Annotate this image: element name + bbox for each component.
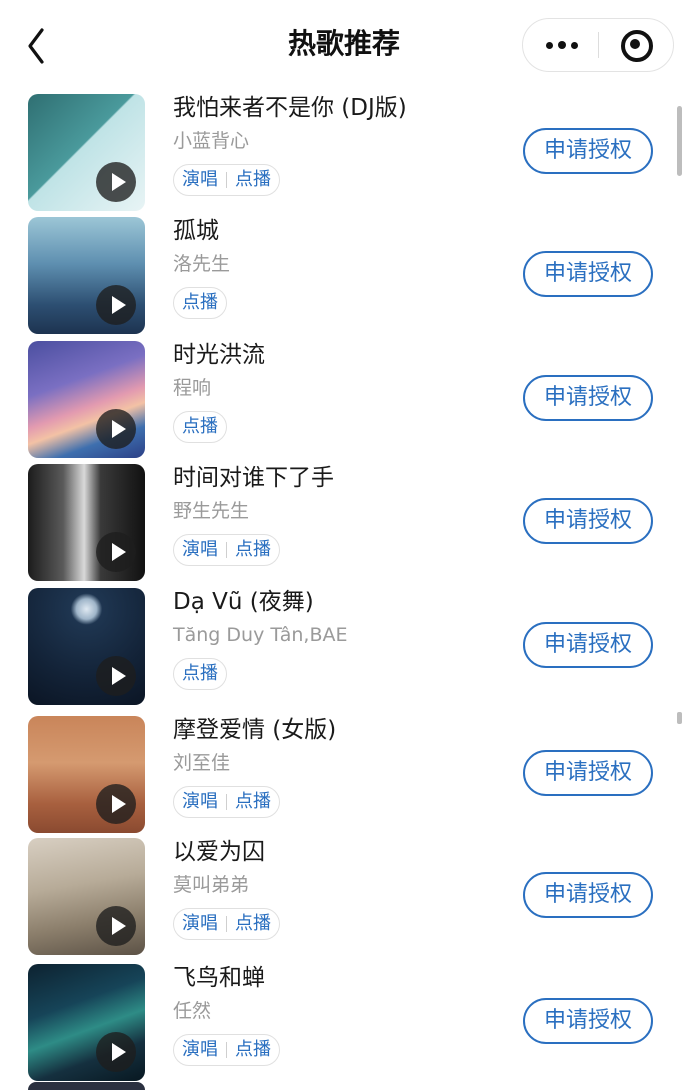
- song-artist: Tăng Duy Tân,BAE: [173, 624, 348, 646]
- tag-play[interactable]: 点播: [180, 412, 220, 442]
- song-title: 时间对谁下了手: [173, 465, 334, 491]
- song-item[interactable]: 时间对谁下了手 野生先生 演唱 点播 申请授权: [0, 464, 670, 582]
- scrollbar-marker: [677, 712, 682, 724]
- song-item[interactable]: 孤城 洛先生 点播 申请授权: [0, 217, 670, 335]
- album-cover[interactable]: [28, 341, 145, 458]
- song-item[interactable]: 飞鸟和蝉 任然 演唱 点播 申请授权: [0, 964, 670, 1082]
- song-artist: 小蓝背心: [173, 130, 250, 152]
- tag-play[interactable]: 点播: [233, 787, 273, 817]
- chevron-left-icon[interactable]: [22, 26, 52, 66]
- tag-group: 演唱 点播: [173, 786, 280, 818]
- album-cover[interactable]: [28, 716, 145, 833]
- tag-sing[interactable]: 演唱: [180, 535, 220, 565]
- song-artist: 洛先生: [173, 253, 231, 275]
- tag-play[interactable]: 点播: [233, 535, 273, 565]
- play-icon[interactable]: [96, 162, 136, 202]
- album-cover[interactable]: [28, 217, 145, 334]
- apply-license-button[interactable]: 申请授权: [523, 251, 653, 297]
- apply-license-button[interactable]: 申请授权: [523, 872, 653, 918]
- tag-divider: [226, 794, 227, 810]
- miniprogram-capsule: [522, 18, 674, 72]
- tag-sing[interactable]: 演唱: [180, 787, 220, 817]
- album-cover[interactable]: [28, 464, 145, 581]
- play-icon[interactable]: [96, 285, 136, 325]
- apply-license-button[interactable]: 申请授权: [523, 622, 653, 668]
- song-item[interactable]: 我怕来者不是你 (DJ版) 小蓝背心 演唱 点播 申请授权: [0, 94, 670, 212]
- song-title: 以爱为囚: [173, 839, 265, 865]
- apply-license-button[interactable]: 申请授权: [523, 128, 653, 174]
- song-item[interactable]: 以爱为囚 莫叫弟弟 演唱 点播 申请授权: [0, 838, 670, 956]
- tag-group: 演唱 点播: [173, 1034, 280, 1066]
- tag-sing[interactable]: 演唱: [180, 909, 220, 939]
- navigation-bar: 热歌推荐: [0, 0, 688, 88]
- song-artist: 莫叫弟弟: [173, 874, 250, 896]
- tag-group: 演唱 点播: [173, 908, 280, 940]
- song-item[interactable]: Dạ Vũ (夜舞) Tăng Duy Tân,BAE 点播 申请授权: [0, 588, 670, 706]
- close-circle-icon[interactable]: [599, 19, 673, 71]
- song-item[interactable]: 摩登爱情 (女版) 刘至佳 演唱 点播 申请授权: [0, 716, 670, 834]
- tag-sing[interactable]: 演唱: [180, 165, 220, 195]
- tag-group: 演唱 点播: [173, 534, 280, 566]
- song-artist: 任然: [173, 1000, 212, 1022]
- song-artist: 刘至佳: [173, 752, 231, 774]
- scrollbar-thumb[interactable]: [677, 106, 682, 176]
- album-cover-partial: [28, 1082, 145, 1090]
- play-icon[interactable]: [96, 1032, 136, 1072]
- play-icon[interactable]: [96, 532, 136, 572]
- tag-group: 演唱 点播: [173, 164, 280, 196]
- tag-play[interactable]: 点播: [233, 165, 273, 195]
- play-icon[interactable]: [96, 906, 136, 946]
- album-cover[interactable]: [28, 94, 145, 211]
- song-artist: 程响: [173, 377, 212, 399]
- song-title: 我怕来者不是你 (DJ版): [173, 95, 407, 121]
- tag-divider: [226, 1042, 227, 1058]
- tag-group: 点播: [173, 411, 227, 443]
- apply-license-button[interactable]: 申请授权: [523, 750, 653, 796]
- song-title: 飞鸟和蝉: [173, 965, 265, 991]
- tag-group: 点播: [173, 658, 227, 690]
- tag-play[interactable]: 点播: [233, 1035, 273, 1065]
- tag-play[interactable]: 点播: [233, 909, 273, 939]
- album-cover[interactable]: [28, 964, 145, 1081]
- song-item[interactable]: 时光洪流 程响 点播 申请授权: [0, 341, 670, 459]
- play-icon[interactable]: [96, 656, 136, 696]
- tag-play[interactable]: 点播: [180, 659, 220, 689]
- apply-license-button[interactable]: 申请授权: [523, 375, 653, 421]
- more-dots-icon[interactable]: [523, 19, 599, 71]
- song-title: 孤城: [173, 218, 219, 244]
- tag-sing[interactable]: 演唱: [180, 1035, 220, 1065]
- apply-license-button[interactable]: 申请授权: [523, 498, 653, 544]
- album-cover[interactable]: [28, 588, 145, 705]
- tag-play[interactable]: 点播: [180, 288, 220, 318]
- play-icon[interactable]: [96, 784, 136, 824]
- tag-divider: [226, 172, 227, 188]
- tag-divider: [226, 916, 227, 932]
- song-title: 摩登爱情 (女版): [173, 717, 337, 743]
- song-title: Dạ Vũ (夜舞): [173, 589, 314, 615]
- play-icon[interactable]: [96, 409, 136, 449]
- tag-group: 点播: [173, 287, 227, 319]
- song-title: 时光洪流: [173, 342, 265, 368]
- song-artist: 野生先生: [173, 500, 250, 522]
- album-cover[interactable]: [28, 838, 145, 955]
- tag-divider: [226, 542, 227, 558]
- apply-license-button[interactable]: 申请授权: [523, 998, 653, 1044]
